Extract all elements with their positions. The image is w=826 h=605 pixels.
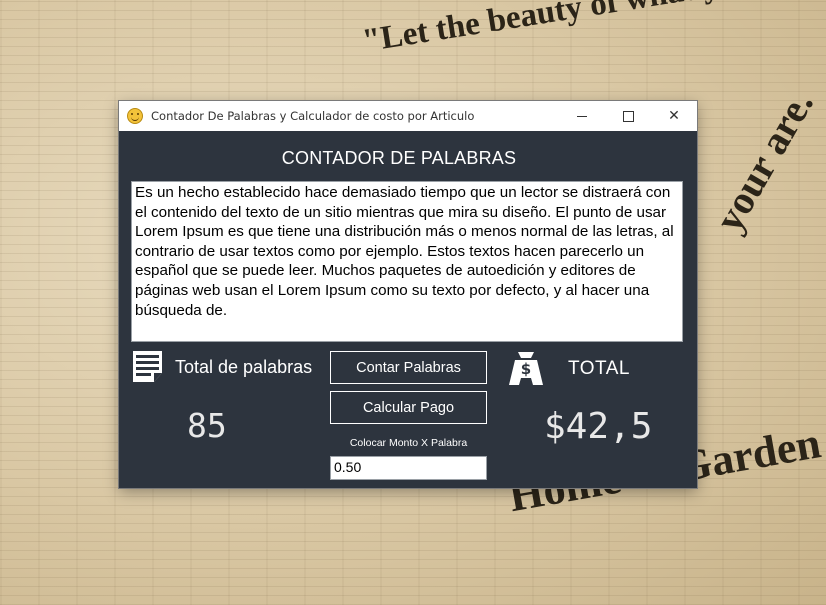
minimize-button[interactable]: [559, 101, 605, 131]
svg-text:$: $: [521, 360, 531, 378]
total-value: $42,5: [544, 406, 653, 447]
calculate-payment-button[interactable]: Calcular Pago: [330, 391, 487, 424]
text-input-area[interactable]: Es un hecho establecido hace demasiado t…: [131, 181, 683, 342]
window-title: Contador De Palabras y Calculador de cos…: [151, 109, 475, 123]
app-window: Contador De Palabras y Calculador de cos…: [119, 101, 697, 488]
word-count-value: 85: [187, 406, 227, 445]
maximize-icon: [622, 110, 634, 122]
background-headline-3: your are.: [705, 83, 822, 239]
background-headline-1: "Let the beauty of what you do.": [360, 0, 825, 60]
minimize-icon: [577, 115, 587, 117]
rate-label: Colocar Monto X Palabra: [349, 437, 468, 449]
close-icon: ✕: [668, 108, 680, 124]
app-emoji-icon: [127, 108, 143, 124]
page-title: CONTADOR DE PALABRAS: [281, 148, 517, 168]
count-words-button[interactable]: Contar Palabras: [330, 351, 487, 384]
maximize-button[interactable]: [605, 101, 651, 131]
rate-per-word-input[interactable]: 0.50: [330, 456, 487, 480]
close-button[interactable]: ✕: [651, 101, 697, 131]
document-lines-icon: [133, 351, 162, 382]
money-bag-icon: $: [509, 352, 543, 385]
total-label: TOTAL: [568, 358, 630, 379]
total-words-label: Total de palabras: [175, 357, 313, 377]
title-bar[interactable]: Contador De Palabras y Calculador de cos…: [119, 101, 697, 131]
